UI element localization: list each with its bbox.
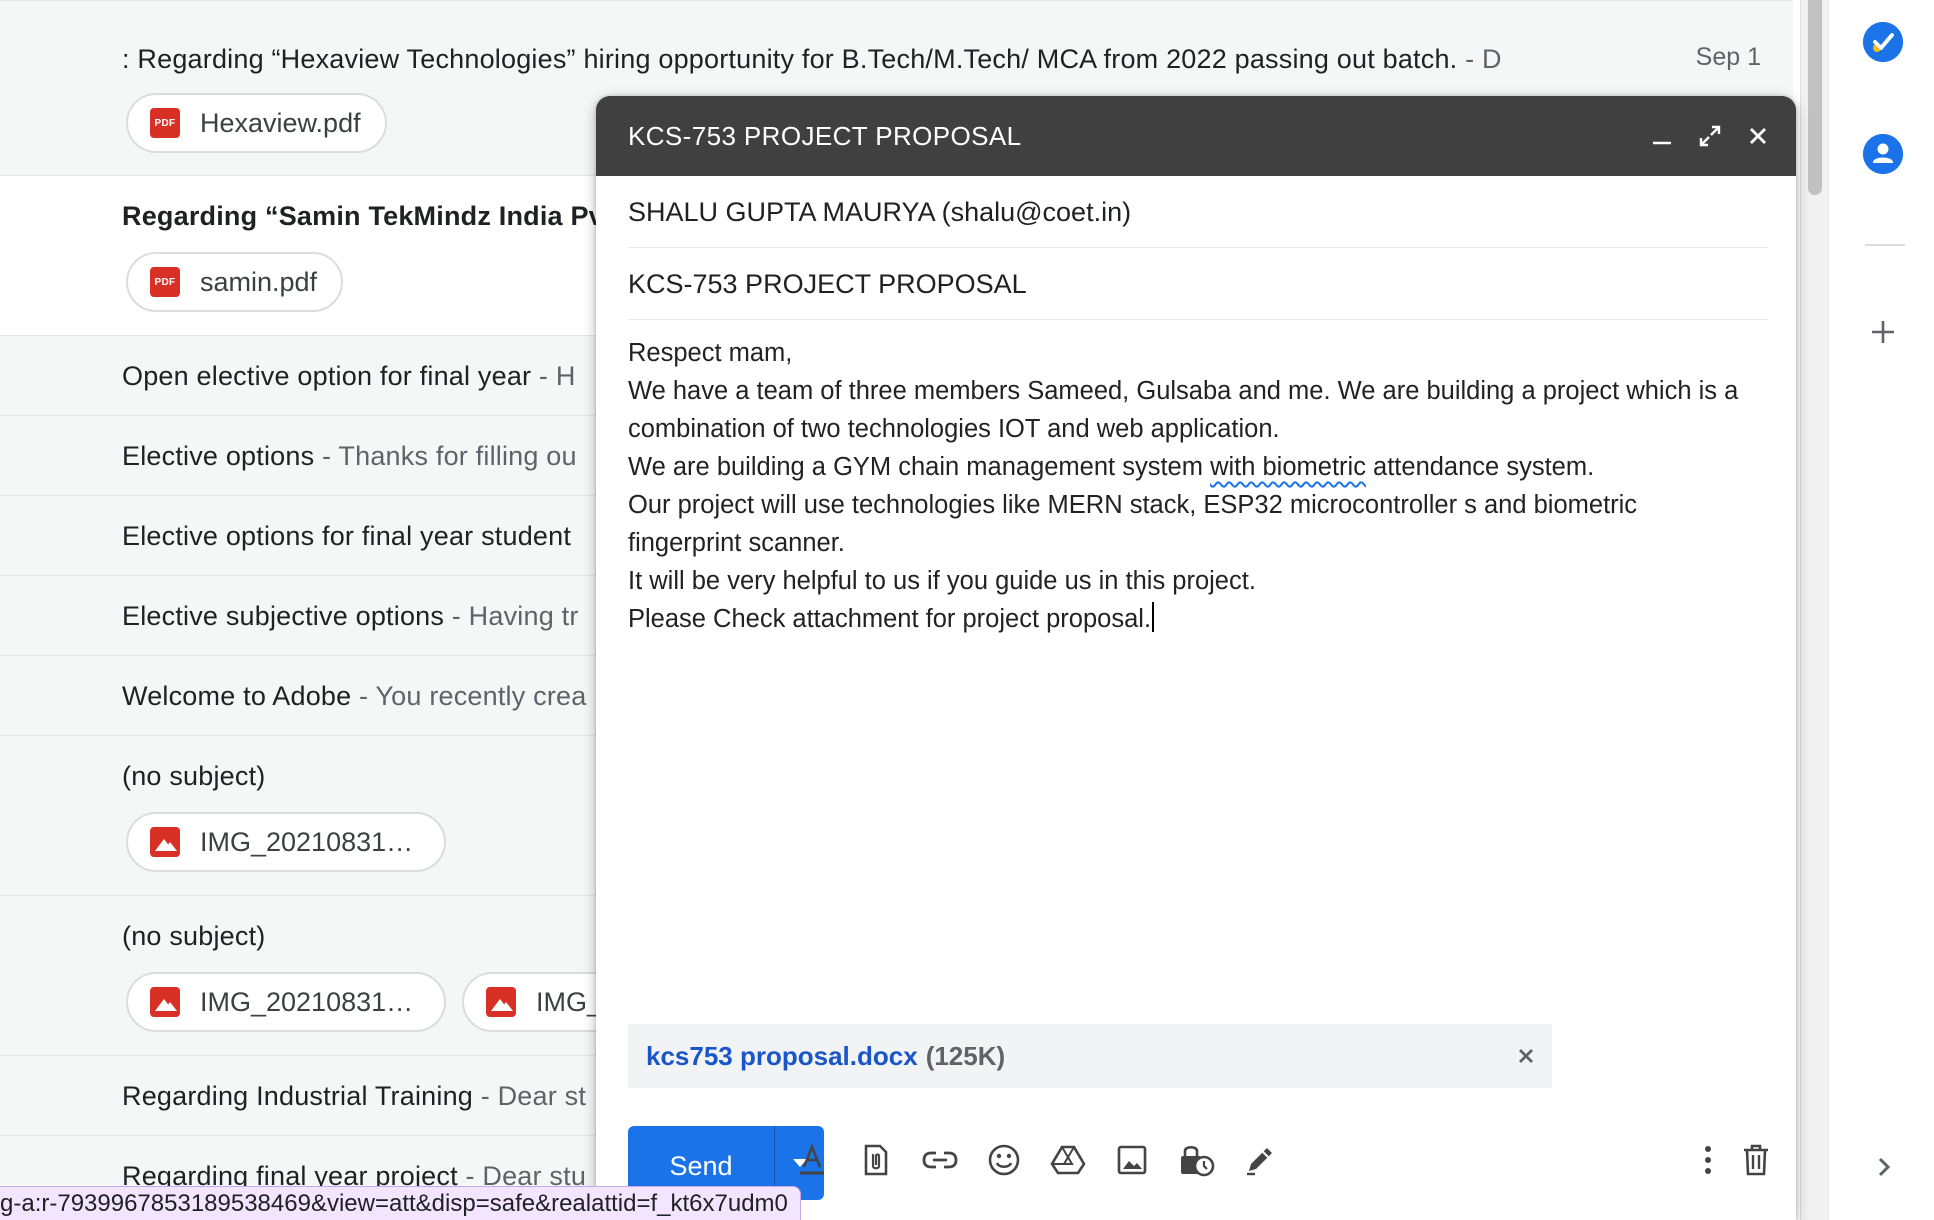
attachment-name-link[interactable]: kcs753 proposal.docx xyxy=(646,1041,918,1072)
attachment-chip-label: IMG_20210831… xyxy=(200,986,414,1017)
minimize-icon[interactable] xyxy=(1644,118,1680,154)
side-panel-divider xyxy=(1865,244,1905,246)
insert-signature-icon[interactable] xyxy=(1238,1138,1282,1182)
discard-draft-trash-icon[interactable] xyxy=(1734,1138,1778,1182)
image-file-icon xyxy=(150,987,180,1017)
email-subject: Regarding “Samin TekMindz India Pv xyxy=(122,201,604,231)
side-panel xyxy=(1828,0,1934,1220)
email-subject: Elective subjective options xyxy=(122,601,445,631)
formatting-options-icon[interactable] xyxy=(790,1138,834,1182)
attachment-chip[interactable]: PDF Hexaview.pdf xyxy=(126,93,387,153)
google-drive-icon[interactable] xyxy=(1046,1138,1090,1182)
email-subject: Open elective option for final year xyxy=(122,361,532,391)
body-line: Please Check attachment for project prop… xyxy=(628,600,1778,638)
subject-field[interactable]: KCS-753 PROJECT PROPOSAL xyxy=(628,248,1768,320)
scrollbar-thumb[interactable] xyxy=(1808,0,1822,195)
text-cursor xyxy=(1152,602,1155,632)
message-body[interactable]: Respect mam, We have a team of three mem… xyxy=(628,334,1778,638)
status-bar-url: g-a:r-7939967853189538469&view=att&disp=… xyxy=(0,1186,801,1220)
tasks-icon[interactable] xyxy=(1863,22,1903,62)
confidential-mode-icon[interactable] xyxy=(1174,1138,1218,1182)
attachment-chip[interactable]: PDF samin.pdf xyxy=(126,252,344,312)
fullscreen-icon[interactable] xyxy=(1692,118,1728,154)
insert-photo-icon[interactable] xyxy=(1110,1138,1154,1182)
body-line: We are building a GYM chain management s… xyxy=(628,453,1595,481)
body-line: fingerprint scanner. xyxy=(628,529,845,557)
plus-icon xyxy=(1872,321,1894,343)
email-subject: Elective options xyxy=(122,441,315,471)
email-snippet: - You recently crea xyxy=(351,681,587,711)
body-line: It will be very helpful to us if you gui… xyxy=(628,567,1256,595)
email-snippet: - H xyxy=(531,361,576,391)
pdf-file-icon: PDF xyxy=(150,267,180,297)
attachment-chip[interactable]: IMG_20210831… xyxy=(126,972,446,1032)
image-file-icon xyxy=(150,827,180,857)
pdf-file-icon: PDF xyxy=(150,108,180,138)
image-file-icon xyxy=(486,987,516,1017)
attachment-size: (125K) xyxy=(925,1040,1006,1071)
attach-file-icon[interactable] xyxy=(854,1138,898,1182)
contacts-icon[interactable] xyxy=(1863,134,1903,174)
inbox-scrollbar[interactable] xyxy=(1800,0,1828,1220)
email-subject: Welcome to Adobe xyxy=(122,681,352,711)
attachment-chip-label: IMG_20210831… xyxy=(200,826,414,857)
get-addons-plus-icon[interactable] xyxy=(1863,312,1903,352)
email-subject: Elective options for final year student xyxy=(122,521,572,551)
insert-link-icon[interactable] xyxy=(918,1138,962,1182)
email-subject: (no subject) xyxy=(122,921,266,951)
insert-emoji-icon[interactable] xyxy=(982,1138,1026,1182)
compose-header[interactable]: KCS-753 PROJECT PROPOSAL xyxy=(596,96,1796,176)
attachment-chip-label: samin.pdf xyxy=(200,266,318,297)
recipients-field[interactable]: SHALU GUPTA MAURYA (shalu@coet.in) xyxy=(628,176,1768,248)
more-options-icon[interactable] xyxy=(1686,1138,1730,1182)
body-line: combination of two technologies IOT and … xyxy=(628,415,1280,443)
close-icon[interactable] xyxy=(1740,118,1776,154)
attachment-chip-label: Hexaview.pdf xyxy=(200,107,361,138)
contacts-icon-graphic xyxy=(1863,134,1903,174)
body-line: Our project will use technologies like M… xyxy=(628,491,1638,519)
email-snippet: - Having tr xyxy=(444,601,579,631)
email-date: Sep 1 xyxy=(1695,43,1761,71)
remove-attachment-icon[interactable] xyxy=(1514,1044,1538,1068)
body-line: Respect mam, xyxy=(628,339,793,367)
body-line: We have a team of three members Sameed, … xyxy=(628,377,1739,405)
compose-window: KCS-753 PROJECT PROPOSAL SHALU GUPTA MAU… xyxy=(596,96,1796,1220)
compose-title: KCS-753 PROJECT PROPOSAL xyxy=(628,121,1022,151)
email-subject: (no subject) xyxy=(122,761,266,791)
attachment-item[interactable]: kcs753 proposal.docx (125K) xyxy=(628,1024,1552,1088)
attachment-chip-label: IMG_ xyxy=(536,986,603,1017)
attachment-chip[interactable]: IMG_20210831… xyxy=(126,812,446,872)
email-snippet: - Dear st xyxy=(473,1081,587,1111)
email-subject: Regarding Industrial Training xyxy=(122,1081,473,1111)
spellcheck-underlined-text[interactable]: with biometric xyxy=(1210,453,1366,481)
email-snippet: - D xyxy=(1457,44,1502,74)
email-snippet: - Thanks for filling ou xyxy=(314,441,577,471)
email-subject: : Regarding “Hexaview Technologies” hiri… xyxy=(122,44,1458,74)
chevron-right-icon[interactable] xyxy=(1869,1152,1899,1182)
tasks-icon-graphic xyxy=(1863,22,1903,62)
